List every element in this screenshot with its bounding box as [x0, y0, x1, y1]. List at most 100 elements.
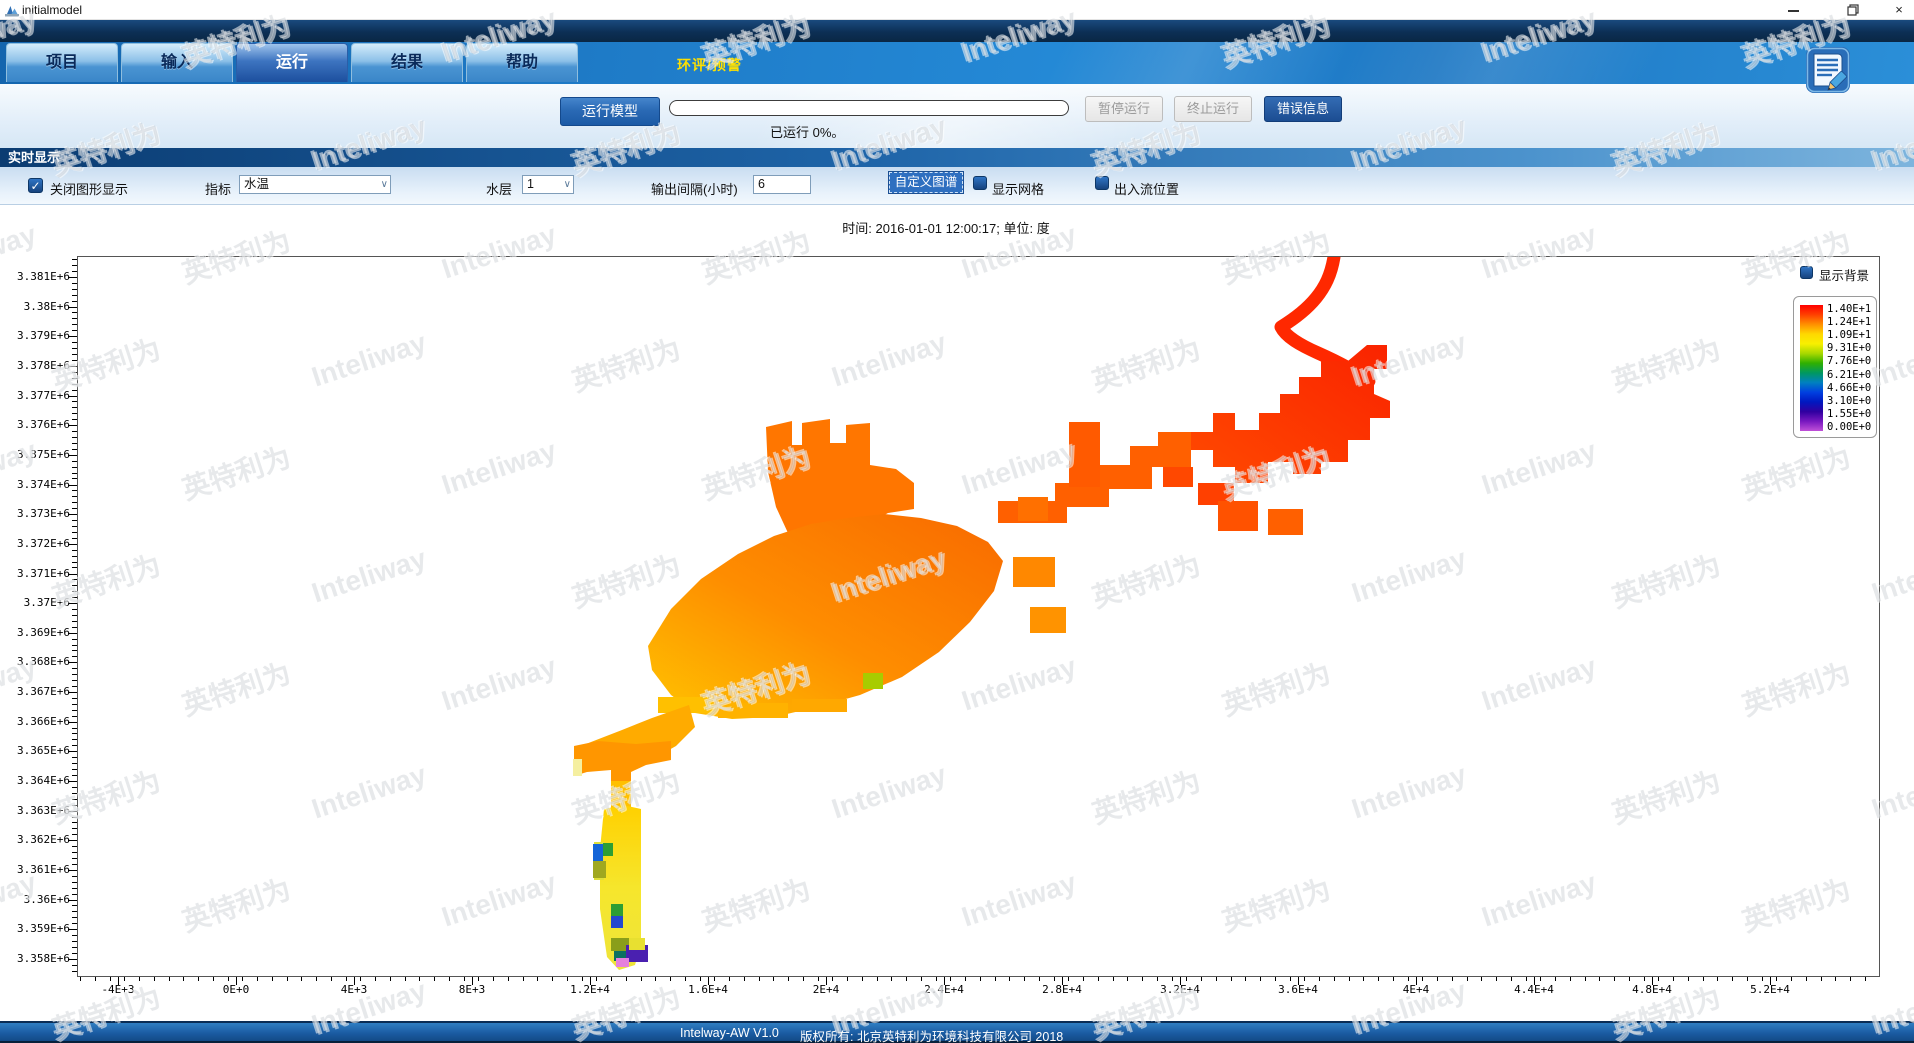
xtick: [1393, 977, 1394, 981]
ytick: [72, 828, 77, 829]
ytick: [72, 538, 77, 539]
ytick: [72, 763, 77, 764]
xtick: [1770, 977, 1771, 985]
xtick: [287, 977, 288, 981]
menu-tab[interactable]: 帮助: [466, 43, 578, 82]
xtick: [434, 977, 435, 981]
ytick: [72, 935, 77, 936]
xtick: [124, 977, 125, 981]
terminate-run-button[interactable]: 终止运行: [1174, 96, 1252, 122]
ytick: [72, 330, 77, 331]
xtick: [744, 977, 745, 981]
legend-value: 1.24E+1: [1827, 316, 1877, 328]
menu-tab[interactable]: 结果: [351, 43, 463, 82]
xtick: [1644, 977, 1645, 981]
ytick: [72, 888, 77, 889]
ytick: [72, 793, 77, 794]
xtick: [1245, 977, 1246, 981]
legend-value: 1.09E+1: [1827, 329, 1877, 341]
pause-run-button[interactable]: 暂停运行: [1085, 96, 1163, 122]
y-label: 3.379E+6: [6, 329, 70, 342]
xtick: [1127, 977, 1128, 981]
xtick: [655, 977, 656, 981]
xtick: [1216, 977, 1217, 981]
ytick: [72, 271, 77, 272]
xtick: [1068, 977, 1069, 981]
ytick: [72, 301, 77, 302]
xtick: [1496, 977, 1497, 981]
xtick: [1732, 977, 1733, 981]
xtick: [537, 977, 538, 981]
ytick: [72, 562, 77, 563]
run-model-button[interactable]: 运行模型: [560, 97, 660, 126]
xtick: [1422, 977, 1423, 981]
xtick: [1319, 977, 1320, 981]
ytick: [68, 544, 77, 545]
xtick: [1658, 977, 1659, 981]
menu-tab[interactable]: 运行: [236, 43, 348, 82]
y-label: 3.359E+6: [6, 922, 70, 935]
xtick: [523, 977, 524, 981]
ytick: [72, 953, 77, 954]
menu-tab[interactable]: 输入: [121, 43, 233, 82]
xtick: [118, 977, 119, 985]
ribbon-tab-label[interactable]: 环评/预警: [677, 55, 742, 75]
xtick: [1776, 977, 1777, 981]
legend-value: 9.31E+0: [1827, 342, 1877, 354]
flow-position-label: 出入流位置: [1114, 179, 1179, 198]
y-label: 3.369E+6: [6, 626, 70, 639]
report-edit-icon[interactable]: [1800, 46, 1856, 94]
ytick: [72, 917, 77, 918]
close-button[interactable]: ×: [1884, 0, 1914, 20]
custom-spectrum-button[interactable]: 自定义图谱: [889, 172, 963, 193]
xtick: [1083, 977, 1084, 981]
xtick: [995, 977, 996, 981]
xtick: [1555, 977, 1556, 981]
y-label: 3.368E+6: [6, 655, 70, 668]
y-label: 3.358E+6: [6, 952, 70, 965]
ytick: [72, 437, 77, 438]
minimize-button[interactable]: [1778, 0, 1808, 20]
ytick: [72, 846, 77, 847]
xtick: [818, 977, 819, 981]
app-window: initialmodel × 项目输入运行结果帮助 环评/预警 运行模型: [0, 0, 1914, 1043]
y-label: 3.374E+6: [6, 478, 70, 491]
xtick: [346, 977, 347, 981]
ytick: [72, 882, 77, 883]
window-title: initialmodel: [22, 3, 82, 17]
xtick: [213, 977, 214, 981]
ytick: [72, 324, 77, 325]
ytick: [72, 947, 77, 948]
ytick: [72, 941, 77, 942]
xtick: [921, 977, 922, 981]
interval-input[interactable]: 6: [753, 175, 811, 194]
flow-position-checkbox[interactable]: ✓: [1095, 176, 1109, 190]
xtick: [1850, 977, 1851, 981]
layer-dropdown[interactable]: 1 ∨: [522, 175, 574, 194]
ytick: [72, 656, 77, 657]
close-graphic-checkbox[interactable]: ✓: [28, 178, 43, 193]
xtick: [773, 977, 774, 981]
xtick: [1806, 977, 1807, 981]
y-label: 3.373E+6: [6, 507, 70, 520]
xtick: [641, 977, 642, 981]
ytick: [72, 739, 77, 740]
ytick: [68, 455, 77, 456]
ytick: [72, 419, 77, 420]
ytick: [72, 508, 77, 509]
indicator-dropdown[interactable]: 水温 ∨: [239, 175, 391, 194]
show-grid-checkbox[interactable]: ✓: [973, 176, 987, 190]
ytick: [72, 526, 77, 527]
ytick: [72, 668, 77, 669]
menu-tab[interactable]: 项目: [6, 43, 118, 82]
xtick: [301, 977, 302, 981]
xtick: [670, 977, 671, 981]
show-background-checkbox[interactable]: ✓: [1800, 266, 1813, 279]
error-info-button[interactable]: 错误信息: [1264, 96, 1342, 122]
xtick: [354, 977, 355, 985]
ytick: [72, 567, 77, 568]
xtick: [1039, 977, 1040, 981]
restore-button[interactable]: [1838, 0, 1868, 20]
ytick: [72, 413, 77, 414]
ytick: [72, 259, 77, 260]
